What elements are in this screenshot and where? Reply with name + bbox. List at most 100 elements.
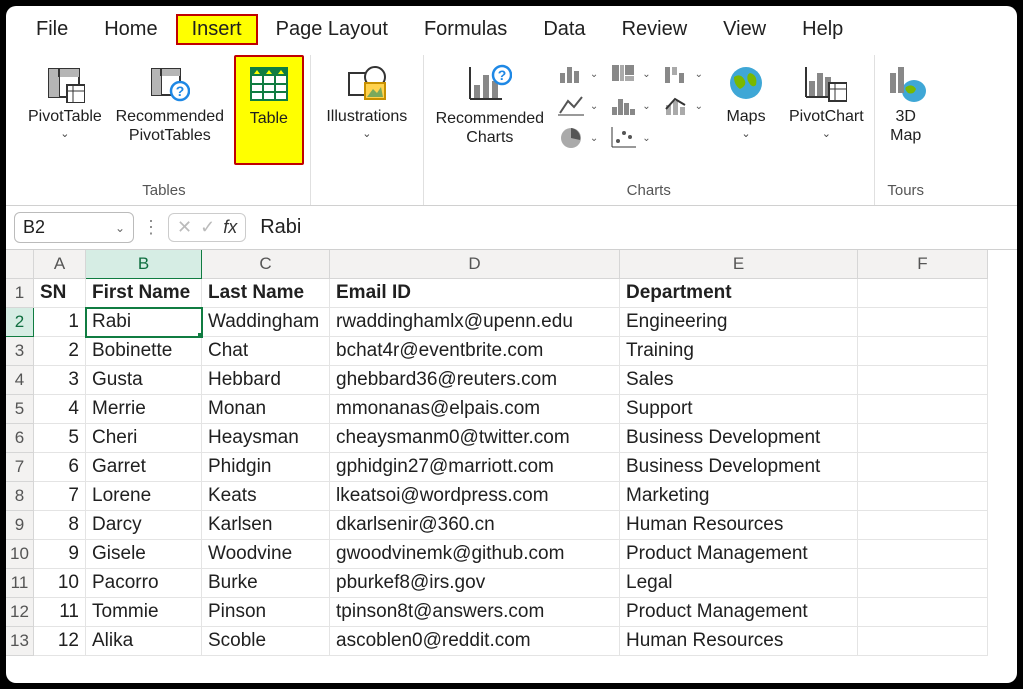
cell-A1[interactable]: SN (34, 279, 86, 308)
cell-A8[interactable]: 7 (34, 482, 86, 511)
tab-review[interactable]: Review (604, 14, 706, 45)
cell-F1[interactable] (858, 279, 988, 308)
row-header-1[interactable]: 1 (6, 279, 34, 308)
cell-A10[interactable]: 9 (34, 540, 86, 569)
cell-C13[interactable]: Scoble (202, 627, 330, 656)
cell-C6[interactable]: Heaysman (202, 424, 330, 453)
enter-icon[interactable]: ✓ (200, 217, 215, 238)
cell-E13[interactable]: Human Resources (620, 627, 858, 656)
row-header-2[interactable]: 2 (6, 308, 34, 337)
cell-D11[interactable]: pburkef8@irs.gov (330, 569, 620, 598)
cell-D6[interactable]: cheaysmanm0@twitter.com (330, 424, 620, 453)
cell-A7[interactable]: 6 (34, 453, 86, 482)
cell-F9[interactable] (858, 511, 988, 540)
cell-F10[interactable] (858, 540, 988, 569)
cell-C8[interactable]: Keats (202, 482, 330, 511)
cell-C3[interactable]: Chat (202, 337, 330, 366)
scatter-chart-button[interactable]: ⌄ (608, 123, 652, 153)
cell-F4[interactable] (858, 366, 988, 395)
cell-D10[interactable]: gwoodvinemk@github.com (330, 540, 620, 569)
cell-D12[interactable]: tpinson8t@answers.com (330, 598, 620, 627)
cell-D13[interactable]: ascoblen0@reddit.com (330, 627, 620, 656)
cell-C9[interactable]: Karlsen (202, 511, 330, 540)
tab-file[interactable]: File (18, 14, 86, 45)
tab-home[interactable]: Home (86, 14, 175, 45)
cell-C1[interactable]: Last Name (202, 279, 330, 308)
pie-chart-button[interactable]: ⌄ (556, 123, 600, 153)
cell-E4[interactable]: Sales (620, 366, 858, 395)
cell-F8[interactable] (858, 482, 988, 511)
row-header-4[interactable]: 4 (6, 366, 34, 395)
line-chart-button[interactable]: ⌄ (556, 91, 600, 121)
row-header-5[interactable]: 5 (6, 395, 34, 424)
cell-B3[interactable]: Bobinette (86, 337, 202, 366)
cell-C7[interactable]: Phidgin (202, 453, 330, 482)
cell-B10[interactable]: Gisele (86, 540, 202, 569)
cell-A13[interactable]: 12 (34, 627, 86, 656)
cell-D9[interactable]: dkarlsenir@360.cn (330, 511, 620, 540)
col-header-E[interactable]: E (620, 250, 858, 279)
row-header-12[interactable]: 12 (6, 598, 34, 627)
cell-C5[interactable]: Monan (202, 395, 330, 424)
cell-E7[interactable]: Business Development (620, 453, 858, 482)
cell-B11[interactable]: Pacorro (86, 569, 202, 598)
hierarchy-chart-button[interactable]: ⌄ (608, 59, 652, 89)
tab-insert[interactable]: Insert (176, 14, 258, 45)
table-button[interactable]: Table (234, 55, 304, 165)
tab-formulas[interactable]: Formulas (406, 14, 525, 45)
cell-B8[interactable]: Lorene (86, 482, 202, 511)
illustrations-button[interactable]: Illustrations⌄ (317, 55, 417, 155)
col-header-D[interactable]: D (330, 250, 620, 279)
cell-B6[interactable]: Cheri (86, 424, 202, 453)
cell-A11[interactable]: 10 (34, 569, 86, 598)
cell-E5[interactable]: Support (620, 395, 858, 424)
name-box[interactable]: B2 ⌄ (14, 212, 134, 243)
formula-input[interactable]: Rabi (254, 212, 1009, 243)
statistic-chart-button[interactable]: ⌄ (608, 91, 652, 121)
cell-A4[interactable]: 3 (34, 366, 86, 395)
select-all-corner[interactable] (6, 250, 34, 279)
cell-F7[interactable] (858, 453, 988, 482)
cell-D1[interactable]: Email ID (330, 279, 620, 308)
waterfall-chart-button[interactable]: ⌄ (661, 59, 705, 89)
row-header-3[interactable]: 3 (6, 337, 34, 366)
cell-F5[interactable] (858, 395, 988, 424)
cell-A9[interactable]: 8 (34, 511, 86, 540)
cell-E6[interactable]: Business Development (620, 424, 858, 453)
row-header-7[interactable]: 7 (6, 453, 34, 482)
tab-help[interactable]: Help (784, 14, 861, 45)
pivottable-button[interactable]: PivotTable⌄ (24, 55, 106, 155)
row-header-8[interactable]: 8 (6, 482, 34, 511)
column-chart-button[interactable]: ⌄ (556, 59, 600, 89)
cell-A12[interactable]: 11 (34, 598, 86, 627)
cell-E9[interactable]: Human Resources (620, 511, 858, 540)
cell-B1[interactable]: First Name (86, 279, 202, 308)
row-header-9[interactable]: 9 (6, 511, 34, 540)
tab-view[interactable]: View (705, 14, 784, 45)
cell-B7[interactable]: Garret (86, 453, 202, 482)
row-header-13[interactable]: 13 (6, 627, 34, 656)
cell-D3[interactable]: bchat4r@eventbrite.com (330, 337, 620, 366)
row-header-10[interactable]: 10 (6, 540, 34, 569)
col-header-F[interactable]: F (858, 250, 988, 279)
col-header-A[interactable]: A (34, 250, 86, 279)
cell-C2[interactable]: Waddingham (202, 308, 330, 337)
cell-E12[interactable]: Product Management (620, 598, 858, 627)
cell-F13[interactable] (858, 627, 988, 656)
maps-button[interactable]: Maps⌄ (711, 55, 781, 155)
cell-C12[interactable]: Pinson (202, 598, 330, 627)
cell-E8[interactable]: Marketing (620, 482, 858, 511)
combo-chart-button[interactable]: ⌄ (661, 91, 705, 121)
cancel-icon[interactable]: ✕ (177, 217, 192, 238)
cell-B12[interactable]: Tommie (86, 598, 202, 627)
cell-C4[interactable]: Hebbard (202, 366, 330, 395)
recommended-charts-button[interactable]: ? Recommended Charts (430, 55, 550, 157)
pivotchart-button[interactable]: PivotChart⌄ (785, 55, 868, 155)
col-header-C[interactable]: C (202, 250, 330, 279)
row-header-11[interactable]: 11 (6, 569, 34, 598)
cell-E2[interactable]: Engineering (620, 308, 858, 337)
cell-D2[interactable]: rwaddinghamlx@upenn.edu (330, 308, 620, 337)
cell-A6[interactable]: 5 (34, 424, 86, 453)
tab-data[interactable]: Data (525, 14, 603, 45)
fx-icon[interactable]: fx (223, 217, 237, 238)
